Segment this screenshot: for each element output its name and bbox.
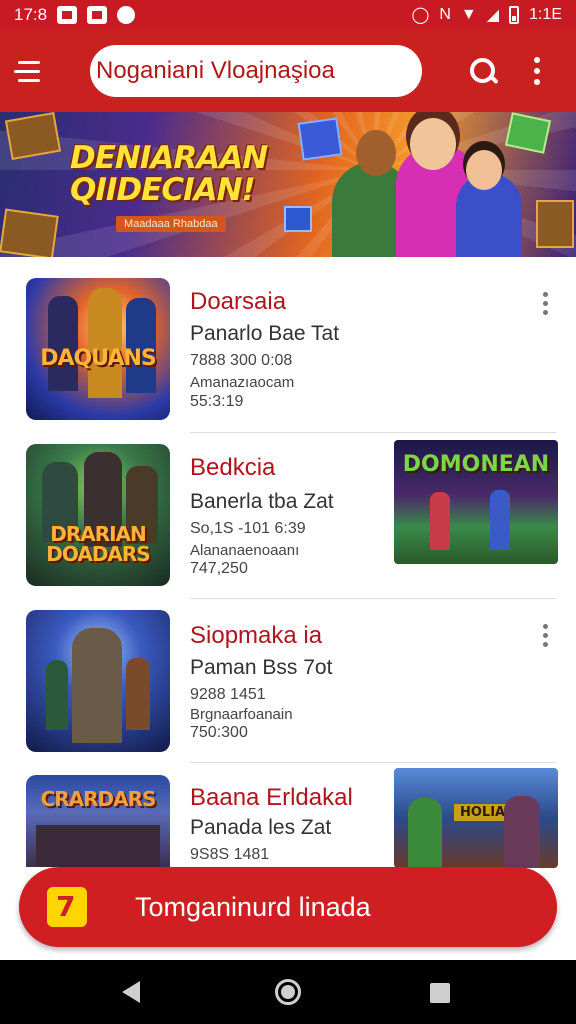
status-right-text: 1:1E — [529, 6, 562, 23]
item-meta: 9S8S 1481 — [190, 846, 270, 863]
recent-apps-icon[interactable] — [430, 983, 450, 1003]
game-thumbnail[interactable]: DAQUANS — [26, 278, 170, 420]
search-input[interactable]: Noganiani Vloajnaşioa — [90, 45, 422, 97]
primary-action-label: Tomganinurd linada — [135, 891, 371, 922]
primary-action-button[interactable]: Tomganinurd linada — [19, 867, 557, 947]
item-meta: 747,250 — [190, 560, 248, 577]
app-bar: Noganiani Vloajnaşioa — [0, 30, 576, 112]
game-preview-image[interactable]: DOMONEAN — [394, 440, 558, 564]
item-meta: 750:300 — [190, 724, 248, 741]
item-meta: So,1S -101 6:39 — [190, 520, 306, 537]
item-meta: Alananaenoaanı — [190, 542, 300, 559]
item-meta: Amanazıaocam — [190, 374, 295, 391]
notification-icon — [87, 6, 108, 24]
item-subtitle: Panada les Zat — [190, 816, 332, 839]
thumbnail-title: DRARIAN DOADARS — [46, 522, 150, 566]
wifi-icon: ▼ — [460, 6, 477, 23]
item-meta: 7888 300 0:08 — [190, 352, 293, 369]
item-subtitle: Banerla tba Zat — [190, 490, 334, 513]
item-title[interactable]: Bedkcia — [190, 454, 275, 482]
home-icon[interactable] — [275, 979, 301, 1005]
banner-title: DENIARAAN QIIDECIAN! — [70, 140, 268, 208]
thumbnail-title: CRARDARS — [40, 787, 157, 811]
search-icon[interactable] — [468, 56, 498, 86]
status-bar: 17:8 ◯ N ▼ ◢ 1:1E — [0, 0, 576, 30]
status-time: 17:8 — [14, 5, 48, 24]
signal-icon: ◢ — [486, 7, 500, 24]
item-title[interactable]: Baana Erldakal — [190, 784, 353, 812]
item-more-icon[interactable] — [543, 624, 548, 647]
game-preview-image[interactable]: HOLIAAN — [394, 768, 558, 868]
preview-title: DOMONEAN — [402, 452, 550, 477]
item-subtitle: Paman Bss 7ot — [190, 656, 333, 679]
item-more-icon[interactable] — [543, 292, 548, 315]
battery-icon — [509, 6, 520, 24]
menu-icon[interactable] — [14, 50, 56, 92]
notification-icon — [117, 6, 136, 24]
item-meta: 9288 1451 — [190, 686, 266, 703]
game-thumbnail[interactable]: DRARIAN DOADARS — [26, 444, 170, 586]
nfc-icon: N — [439, 6, 451, 23]
game-thumbnail[interactable] — [26, 610, 170, 752]
alarm-icon: ◯ — [411, 7, 430, 24]
item-meta: Brgnaarfoanain — [190, 706, 293, 723]
thumbnail-title: DAQUANS — [40, 346, 156, 371]
promo-banner[interactable]: DENIARAAN QIIDECIAN! Maadaaa Rhabdaa — [0, 112, 576, 257]
search-query: Noganiani Vloajnaşioa — [96, 57, 335, 84]
back-icon[interactable] — [122, 981, 140, 1003]
game-thumbnail[interactable]: CRARDARS — [26, 775, 170, 867]
item-title[interactable]: Siopmaka ia — [190, 622, 322, 650]
item-meta: 55:3:19 — [190, 393, 244, 410]
item-title[interactable]: Doarsaia — [190, 288, 286, 316]
notification-icon — [57, 6, 78, 24]
app-logo-icon — [47, 887, 87, 927]
more-options-icon[interactable] — [534, 57, 540, 85]
item-subtitle: Panarlo Bae Tat — [190, 322, 340, 345]
banner-tag: Maadaaa Rhabdaa — [116, 216, 226, 232]
